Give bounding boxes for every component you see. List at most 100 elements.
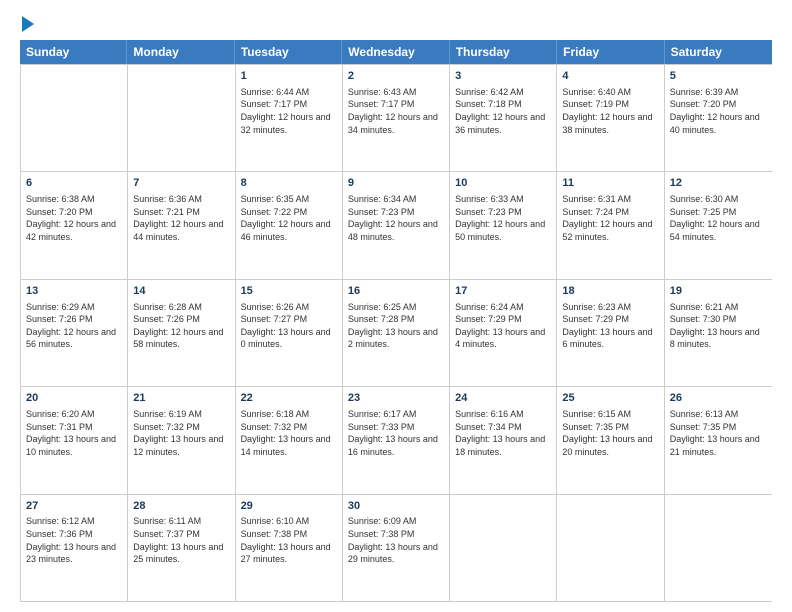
calendar-cell: 20 Sunrise: 6:20 AM Sunset: 7:31 PM Dayli… bbox=[21, 387, 128, 493]
cell-info: Sunrise: 6:31 AM Sunset: 7:24 PM Dayligh… bbox=[562, 193, 658, 243]
calendar-cell: 4 Sunrise: 6:40 AM Sunset: 7:19 PM Daylig… bbox=[557, 65, 664, 171]
cal-header-cell: Sunday bbox=[20, 40, 127, 64]
calendar-cell: 27Sunrise: 6:12 AM Sunset: 7:36 PM Dayli… bbox=[21, 495, 128, 601]
calendar-cell: 21 Sunrise: 6:19 AM Sunset: 7:32 PM Dayli… bbox=[128, 387, 235, 493]
day-number: 12 bbox=[670, 176, 767, 191]
calendar-cell: 9 Sunrise: 6:34 AM Sunset: 7:23 PM Daylig… bbox=[343, 172, 450, 278]
cell-info: Sunrise: 6:15 AM Sunset: 7:35 PM Dayligh… bbox=[562, 408, 658, 458]
calendar-cell: 8 Sunrise: 6:35 AM Sunset: 7:22 PM Daylig… bbox=[236, 172, 343, 278]
day-number: 5 bbox=[670, 69, 767, 84]
day-number: 22 bbox=[241, 391, 337, 406]
cell-info: Sunrise: 6:19 AM Sunset: 7:32 PM Dayligh… bbox=[133, 408, 229, 458]
day-number: 19 bbox=[670, 284, 767, 299]
calendar-body: 1 Sunrise: 6:44 AM Sunset: 7:17 PM Daylig… bbox=[20, 64, 772, 602]
calendar: SundayMondayTuesdayWednesdayThursdayFrid… bbox=[20, 40, 772, 602]
calendar-cell: 16Sunrise: 6:25 AM Sunset: 7:28 PM Dayli… bbox=[343, 280, 450, 386]
cell-info: Sunrise: 6:09 AM Sunset: 7:38 PM Dayligh… bbox=[348, 515, 444, 565]
cal-header-cell: Tuesday bbox=[235, 40, 342, 64]
calendar-cell: 22 Sunrise: 6:18 AM Sunset: 7:32 PM Dayli… bbox=[236, 387, 343, 493]
cell-info: Sunrise: 6:38 AM Sunset: 7:20 PM Dayligh… bbox=[26, 193, 122, 243]
cell-info: Sunrise: 6:43 AM Sunset: 7:17 PM Dayligh… bbox=[348, 86, 444, 136]
day-number: 23 bbox=[348, 391, 444, 406]
cell-info: Sunrise: 6:16 AM Sunset: 7:34 PM Dayligh… bbox=[455, 408, 551, 458]
calendar-cell: 5 Sunrise: 6:39 AM Sunset: 7:20 PM Daylig… bbox=[665, 65, 772, 171]
day-number: 4 bbox=[562, 69, 658, 84]
calendar-row: 13 Sunrise: 6:29 AM Sunset: 7:26 PM Dayli… bbox=[21, 280, 772, 387]
calendar-cell bbox=[557, 495, 664, 601]
day-number: 1 bbox=[241, 69, 337, 84]
cell-info: Sunrise: 6:13 AM Sunset: 7:35 PM Dayligh… bbox=[670, 408, 767, 458]
calendar-cell: 3 Sunrise: 6:42 AM Sunset: 7:18 PM Daylig… bbox=[450, 65, 557, 171]
day-number: 8 bbox=[241, 176, 337, 191]
calendar-cell: 14 Sunrise: 6:28 AM Sunset: 7:26 PM Dayli… bbox=[128, 280, 235, 386]
cell-info: Sunrise: 6:34 AM Sunset: 7:23 PM Dayligh… bbox=[348, 193, 444, 243]
calendar-cell: 18 Sunrise: 6:23 AM Sunset: 7:29 PM Dayli… bbox=[557, 280, 664, 386]
header bbox=[20, 16, 772, 32]
calendar-cell bbox=[665, 495, 772, 601]
day-number: 25 bbox=[562, 391, 658, 406]
calendar-cell: 19 Sunrise: 6:21 AM Sunset: 7:30 PM Dayli… bbox=[665, 280, 772, 386]
calendar-cell: 24 Sunrise: 6:16 AM Sunset: 7:34 PM Dayli… bbox=[450, 387, 557, 493]
cal-header-cell: Thursday bbox=[450, 40, 557, 64]
cell-info: Sunrise: 6:44 AM Sunset: 7:17 PM Dayligh… bbox=[241, 86, 337, 136]
day-number: 14 bbox=[133, 284, 229, 299]
calendar-cell: 25 Sunrise: 6:15 AM Sunset: 7:35 PM Dayli… bbox=[557, 387, 664, 493]
day-number: 24 bbox=[455, 391, 551, 406]
cell-info: Sunrise: 6:29 AM Sunset: 7:26 PM Dayligh… bbox=[26, 301, 122, 351]
calendar-cell: 15Sunrise: 6:26 AM Sunset: 7:27 PM Dayli… bbox=[236, 280, 343, 386]
calendar-cell bbox=[21, 65, 128, 171]
calendar-cell: 7 Sunrise: 6:36 AM Sunset: 7:21 PM Daylig… bbox=[128, 172, 235, 278]
day-number: 3 bbox=[455, 69, 551, 84]
cell-info: Sunrise: 6:23 AM Sunset: 7:29 PM Dayligh… bbox=[562, 301, 658, 351]
day-number: 10 bbox=[455, 176, 551, 191]
cell-info: Sunrise: 6:42 AM Sunset: 7:18 PM Dayligh… bbox=[455, 86, 551, 136]
cell-info: Sunrise: 6:30 AM Sunset: 7:25 PM Dayligh… bbox=[670, 193, 767, 243]
calendar-header: SundayMondayTuesdayWednesdayThursdayFrid… bbox=[20, 40, 772, 64]
day-number: 30 bbox=[348, 499, 444, 514]
calendar-row: 27Sunrise: 6:12 AM Sunset: 7:36 PM Dayli… bbox=[21, 495, 772, 602]
cal-header-cell: Wednesday bbox=[342, 40, 449, 64]
cell-info: Sunrise: 6:11 AM Sunset: 7:37 PM Dayligh… bbox=[133, 515, 229, 565]
day-number: 21 bbox=[133, 391, 229, 406]
calendar-cell: 11Sunrise: 6:31 AM Sunset: 7:24 PM Dayli… bbox=[557, 172, 664, 278]
cell-info: Sunrise: 6:39 AM Sunset: 7:20 PM Dayligh… bbox=[670, 86, 767, 136]
calendar-cell bbox=[450, 495, 557, 601]
cell-info: Sunrise: 6:17 AM Sunset: 7:33 PM Dayligh… bbox=[348, 408, 444, 458]
day-number: 16 bbox=[348, 284, 444, 299]
calendar-row: 20 Sunrise: 6:20 AM Sunset: 7:31 PM Dayli… bbox=[21, 387, 772, 494]
calendar-cell: 13 Sunrise: 6:29 AM Sunset: 7:26 PM Dayli… bbox=[21, 280, 128, 386]
calendar-cell: 26Sunrise: 6:13 AM Sunset: 7:35 PM Dayli… bbox=[665, 387, 772, 493]
calendar-row: 1 Sunrise: 6:44 AM Sunset: 7:17 PM Daylig… bbox=[21, 65, 772, 172]
cell-info: Sunrise: 6:36 AM Sunset: 7:21 PM Dayligh… bbox=[133, 193, 229, 243]
day-number: 29 bbox=[241, 499, 337, 514]
day-number: 17 bbox=[455, 284, 551, 299]
calendar-cell: 17Sunrise: 6:24 AM Sunset: 7:29 PM Dayli… bbox=[450, 280, 557, 386]
cell-info: Sunrise: 6:12 AM Sunset: 7:36 PM Dayligh… bbox=[26, 515, 122, 565]
calendar-cell: 10 Sunrise: 6:33 AM Sunset: 7:23 PM Dayli… bbox=[450, 172, 557, 278]
day-number: 9 bbox=[348, 176, 444, 191]
day-number: 15 bbox=[241, 284, 337, 299]
logo bbox=[20, 16, 34, 32]
calendar-cell: 23 Sunrise: 6:17 AM Sunset: 7:33 PM Dayli… bbox=[343, 387, 450, 493]
page: SundayMondayTuesdayWednesdayThursdayFrid… bbox=[0, 0, 792, 612]
calendar-cell: 28Sunrise: 6:11 AM Sunset: 7:37 PM Dayli… bbox=[128, 495, 235, 601]
cal-header-cell: Saturday bbox=[665, 40, 772, 64]
cell-info: Sunrise: 6:10 AM Sunset: 7:38 PM Dayligh… bbox=[241, 515, 337, 565]
cell-info: Sunrise: 6:40 AM Sunset: 7:19 PM Dayligh… bbox=[562, 86, 658, 136]
cell-info: Sunrise: 6:28 AM Sunset: 7:26 PM Dayligh… bbox=[133, 301, 229, 351]
day-number: 18 bbox=[562, 284, 658, 299]
day-number: 6 bbox=[26, 176, 122, 191]
day-number: 13 bbox=[26, 284, 122, 299]
cell-info: Sunrise: 6:35 AM Sunset: 7:22 PM Dayligh… bbox=[241, 193, 337, 243]
cal-header-cell: Friday bbox=[557, 40, 664, 64]
cell-info: Sunrise: 6:33 AM Sunset: 7:23 PM Dayligh… bbox=[455, 193, 551, 243]
cell-info: Sunrise: 6:20 AM Sunset: 7:31 PM Dayligh… bbox=[26, 408, 122, 458]
calendar-cell: 30Sunrise: 6:09 AM Sunset: 7:38 PM Dayli… bbox=[343, 495, 450, 601]
cell-info: Sunrise: 6:18 AM Sunset: 7:32 PM Dayligh… bbox=[241, 408, 337, 458]
calendar-cell: 1 Sunrise: 6:44 AM Sunset: 7:17 PM Daylig… bbox=[236, 65, 343, 171]
logo-arrow-icon bbox=[22, 16, 34, 32]
day-number: 20 bbox=[26, 391, 122, 406]
calendar-cell: 29Sunrise: 6:10 AM Sunset: 7:38 PM Dayli… bbox=[236, 495, 343, 601]
day-number: 7 bbox=[133, 176, 229, 191]
cell-info: Sunrise: 6:21 AM Sunset: 7:30 PM Dayligh… bbox=[670, 301, 767, 351]
